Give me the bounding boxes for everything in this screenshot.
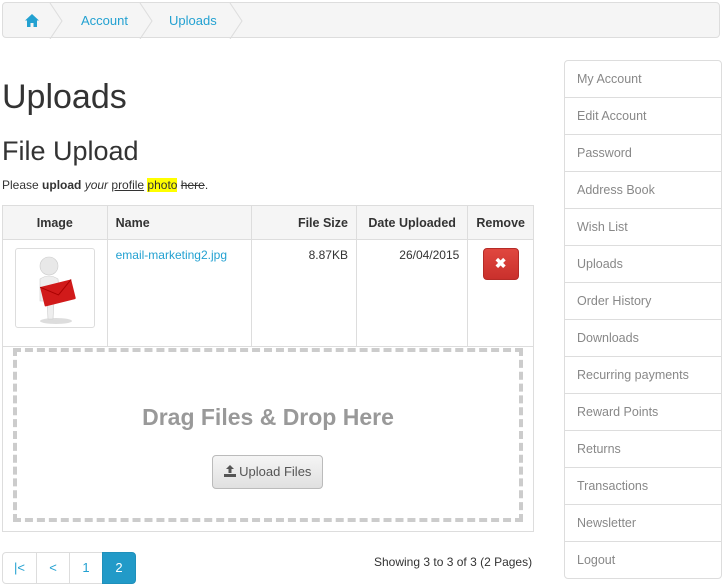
name-cell: email-marketing2.jpg: [106, 239, 253, 347]
breadcrumb: Account Uploads: [2, 2, 720, 39]
menu-item-edit-account[interactable]: Edit Account: [565, 97, 721, 134]
menu-item-password[interactable]: Password: [565, 134, 721, 171]
section-title: File Upload: [2, 136, 139, 166]
dropzone-container: [2, 338, 534, 532]
table-header-row: Image Name File Size Date Uploaded Remov…: [2, 205, 534, 240]
table-row: email-marketing2.jpg 8.87KB 26/04/2015 ✖: [2, 239, 534, 347]
pagination-page-2[interactable]: 2: [102, 552, 136, 584]
breadcrumb-account[interactable]: Account: [81, 3, 128, 39]
menu-item-downloads[interactable]: Downloads: [565, 319, 721, 356]
pagination-prev[interactable]: <: [36, 552, 70, 584]
menu-item-returns[interactable]: Returns: [565, 430, 721, 467]
breadcrumb-separator: [139, 3, 153, 39]
page-title: Uploads: [2, 78, 127, 116]
menu-item-newsletter[interactable]: Newsletter: [565, 504, 721, 541]
upload-files-button[interactable]: Upload Files: [212, 455, 323, 489]
column-header-name: Name: [106, 205, 253, 240]
column-header-file-size: File Size: [251, 205, 357, 240]
home-icon[interactable]: [25, 14, 39, 27]
file-thumbnail[interactable]: [14, 248, 95, 328]
menu-item-recurring-payments[interactable]: Recurring payments: [565, 356, 721, 393]
menu-item-my-account[interactable]: My Account: [565, 61, 721, 97]
breadcrumb-uploads[interactable]: Uploads: [169, 3, 217, 39]
intro-here: here: [180, 178, 205, 192]
intro-profile: profile: [111, 178, 145, 192]
menu-item-logout[interactable]: Logout: [565, 541, 721, 578]
intro-photo: photo: [147, 178, 178, 192]
menu-item-address-book[interactable]: Address Book: [565, 171, 721, 208]
date-uploaded-cell: 26/04/2015: [355, 239, 469, 347]
file-name-link[interactable]: email-marketing2.jpg: [116, 248, 227, 262]
breadcrumb-separator: [229, 3, 243, 39]
file-size-cell: 8.87KB: [251, 239, 357, 347]
pagination: |< < 1 2: [2, 552, 136, 584]
intro-upload: upload: [42, 178, 82, 192]
pagination-summary: Showing 3 to 3 of 3 (2 Pages): [374, 555, 533, 569]
account-menu: My Account Edit Account Password Address…: [564, 60, 722, 579]
column-header-date-uploaded: Date Uploaded: [355, 205, 469, 240]
intro-text: Please upload your profile photo here.: [2, 177, 208, 193]
menu-item-reward-points[interactable]: Reward Points: [565, 393, 721, 430]
column-header-image: Image: [2, 205, 108, 240]
image-cell: [2, 239, 108, 347]
pagination-first[interactable]: |<: [2, 552, 37, 584]
upload-icon: [223, 464, 236, 479]
column-header-remove: Remove: [467, 205, 534, 240]
pagination-page-1[interactable]: 1: [69, 552, 103, 584]
menu-item-order-history[interactable]: Order History: [565, 282, 721, 319]
dropzone-title: Drag Files & Drop Here: [142, 404, 394, 430]
upload-files-label: Upload Files: [239, 464, 312, 479]
remove-cell: ✖: [467, 239, 534, 347]
menu-item-wish-list[interactable]: Wish List: [565, 208, 721, 245]
dropzone[interactable]: [13, 348, 523, 522]
breadcrumb-separator: [49, 3, 63, 39]
remove-file-button[interactable]: ✖: [482, 248, 519, 280]
menu-item-transactions[interactable]: Transactions: [565, 467, 721, 504]
close-icon: ✖: [494, 255, 507, 271]
intro-please: Please: [2, 178, 43, 192]
uploads-table: Image Name File Size Date Uploaded Remov…: [2, 205, 534, 347]
intro-period: .: [204, 178, 209, 192]
intro-your: your: [84, 178, 109, 192]
menu-item-uploads[interactable]: Uploads: [565, 245, 721, 282]
